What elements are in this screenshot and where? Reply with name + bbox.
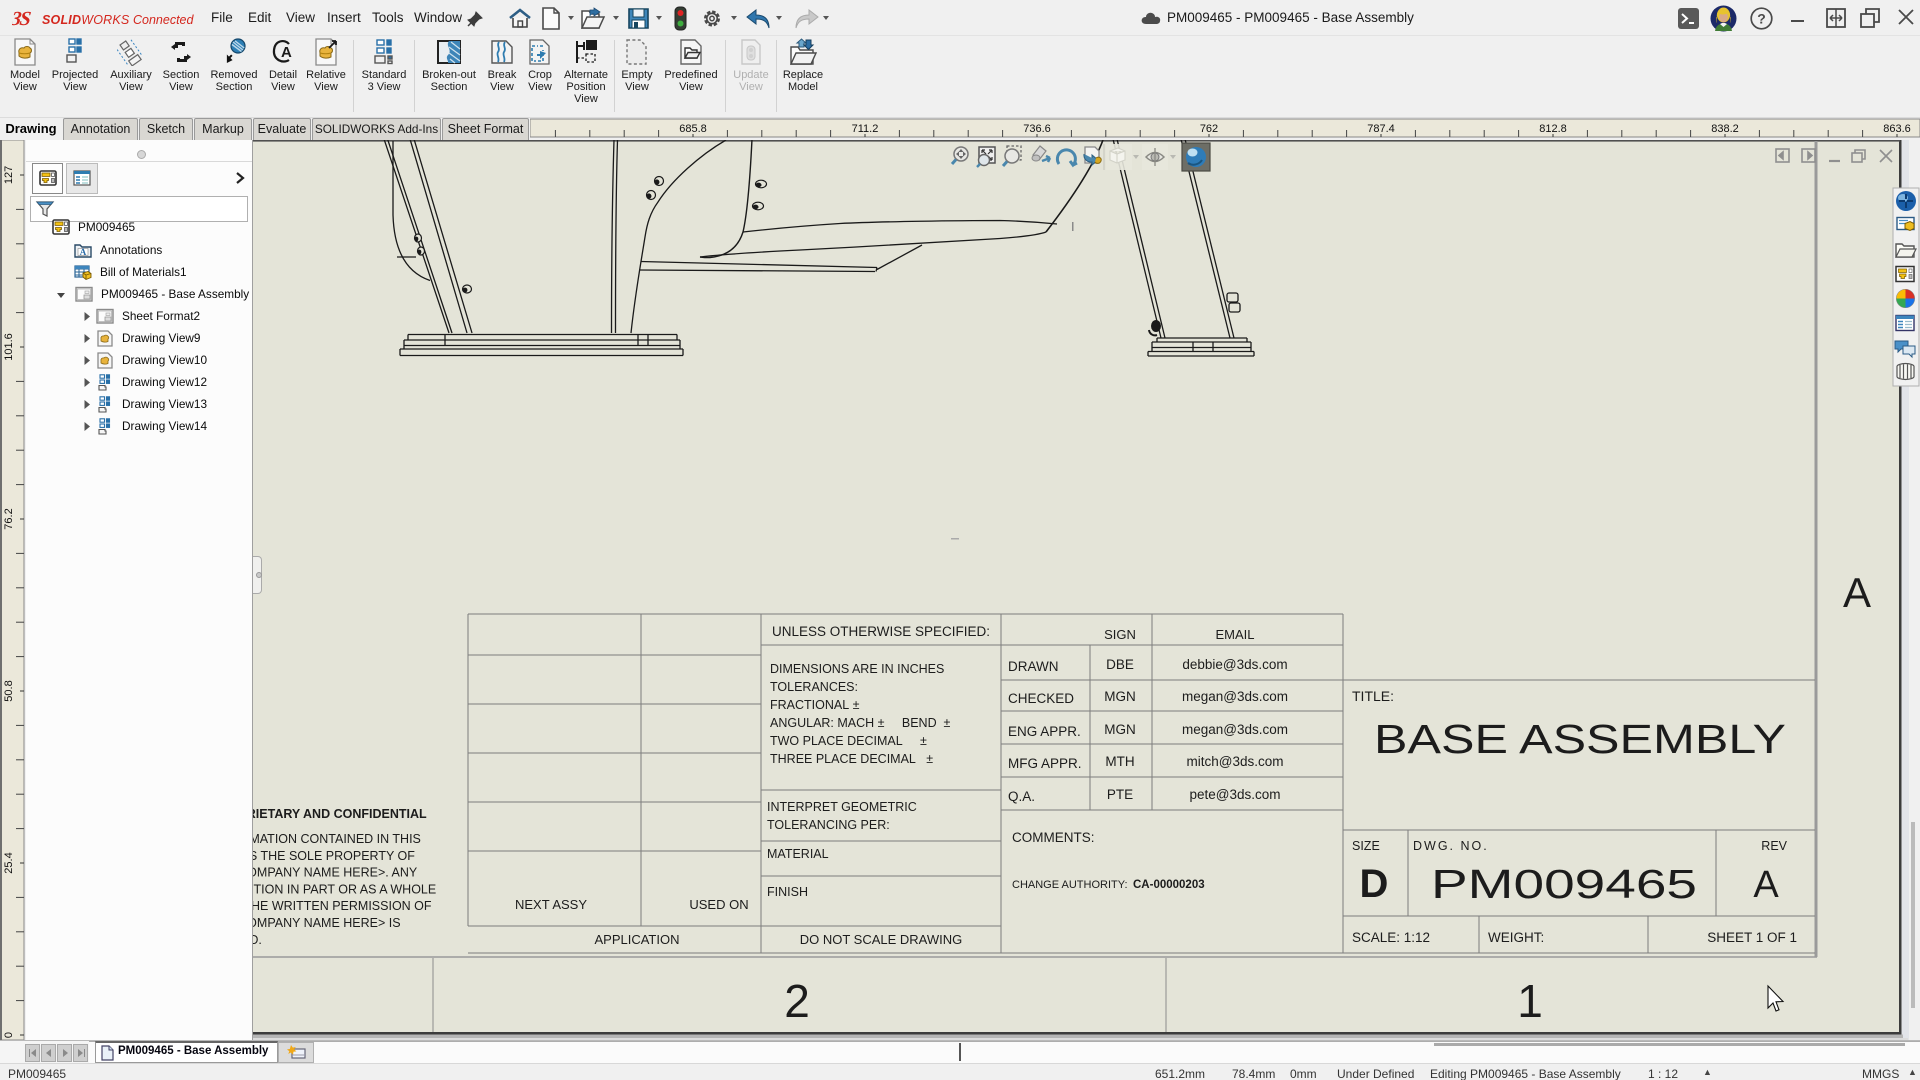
svg-text:DWG. NO.: DWG. NO.	[1413, 839, 1489, 853]
svg-text:THE INFORMATION CONTAINED IN T: THE INFORMATION CONTAINED IN THIS	[253, 832, 421, 846]
svg-text:TWO PLACE DECIMAL ±: TWO PLACE DECIMAL ±	[770, 734, 927, 748]
svg-text:PROPRIETARY AND CONFIDENTIAL: PROPRIETARY AND CONFIDENTIAL	[253, 807, 427, 821]
svg-text:ENG APPR.: ENG APPR.	[1008, 724, 1081, 739]
svg-text:PM009465: PM009465	[1431, 861, 1697, 907]
svg-text:MGN: MGN	[1104, 722, 1136, 737]
svg-text:THREE PLACE DECIMAL ±: THREE PLACE DECIMAL ±	[770, 752, 933, 766]
svg-text:TOLERANCES:: TOLERANCES:	[770, 680, 858, 694]
svg-text:0: 0	[3, 1032, 15, 1038]
svg-text:736.6: 736.6	[1023, 123, 1051, 135]
svg-text:MATERIAL: MATERIAL	[767, 847, 829, 861]
svg-text:<INSERT COMPANY NAME HERE>. A: <INSERT COMPANY NAME HERE>. ANY	[253, 866, 418, 880]
svg-text:mitch@3ds.com: mitch@3ds.com	[1187, 754, 1284, 769]
svg-text:TOLERANCING PER:: TOLERANCING PER:	[767, 818, 890, 832]
svg-text:Connected: Connected	[133, 13, 195, 27]
svg-text:A: A	[281, 44, 292, 61]
svg-text:711.2: 711.2	[852, 123, 879, 135]
svg-text:PTE: PTE	[1107, 787, 1133, 802]
svg-text:?: ?	[1757, 11, 1766, 27]
svg-text:CHANGE AUTHORITY:: CHANGE AUTHORITY:	[1012, 879, 1128, 891]
svg-text:DO NOT SCALE DRAWING: DO NOT SCALE DRAWING	[800, 932, 963, 947]
svg-text:DRAWN: DRAWN	[1008, 659, 1059, 674]
svg-text:REPRODUCTION IN PART OR AS A W: REPRODUCTION IN PART OR AS A WHOLE	[253, 882, 436, 896]
svg-text:1: 1	[1517, 975, 1543, 1027]
svg-text:megan@3ds.com: megan@3ds.com	[1182, 689, 1288, 704]
svg-text:PROHIBITED.: PROHIBITED.	[253, 933, 262, 947]
svg-text:A: A	[1843, 569, 1871, 616]
svg-text:D: D	[1360, 862, 1389, 906]
svg-text:MFG APPR.: MFG APPR.	[1008, 756, 1082, 771]
svg-text:REV: REV	[1761, 839, 1787, 853]
svg-text:FINISH: FINISH	[767, 885, 808, 899]
svg-text:50.8: 50.8	[3, 680, 15, 701]
svg-text:APPLICATION: APPLICATION	[594, 932, 679, 947]
svg-text:<INSERT COMPANY NAME HERE> IS: <INSERT COMPANY NAME HERE> IS	[253, 916, 401, 930]
svg-text:MTH: MTH	[1105, 754, 1134, 769]
svg-text:863.6: 863.6	[1883, 123, 1911, 135]
svg-text:pete@3ds.com: pete@3ds.com	[1190, 787, 1281, 802]
svg-text:SCALE: 1:12: SCALE: 1:12	[1352, 930, 1430, 945]
svg-text:WEIGHT:: WEIGHT:	[1488, 930, 1544, 945]
svg-text:NEXT ASSY: NEXT ASSY	[515, 897, 587, 912]
svg-text:FRACTIONAL ±: FRACTIONAL ±	[770, 698, 860, 712]
svg-text:A: A	[1753, 864, 1779, 906]
svg-text:787.4: 787.4	[1367, 123, 1395, 135]
svg-text:SIGN: SIGN	[1104, 627, 1136, 642]
svg-text:DBE: DBE	[1106, 657, 1134, 672]
svg-text:COMMENTS:: COMMENTS:	[1012, 830, 1095, 845]
svg-text:CA-00000203: CA-00000203	[1133, 879, 1205, 891]
svg-text:Q.A.: Q.A.	[1008, 789, 1035, 804]
svg-text:SHEET 1 OF 1: SHEET 1 OF 1	[1707, 930, 1797, 945]
svg-text:762: 762	[1200, 123, 1218, 135]
svg-text:SOLIDWORKS: SOLIDWORKS	[42, 13, 130, 27]
svg-text:812.8: 812.8	[1539, 123, 1567, 135]
svg-text:megan@3ds.com: megan@3ds.com	[1182, 722, 1288, 737]
svg-text:INTERPRET GEOMETRIC: INTERPRET GEOMETRIC	[767, 800, 917, 814]
svg-text:685.8: 685.8	[679, 123, 707, 135]
svg-text:USED ON: USED ON	[689, 897, 748, 912]
svg-text:debbie@3ds.com: debbie@3ds.com	[1182, 657, 1287, 672]
svg-text:101.6: 101.6	[3, 333, 15, 361]
svg-text:MGN: MGN	[1104, 689, 1136, 704]
svg-text:EMAIL: EMAIL	[1215, 627, 1254, 642]
svg-text:838.2: 838.2	[1711, 123, 1739, 135]
svg-text:3S: 3S	[12, 8, 32, 30]
svg-text:DRAWING IS THE SOLE PROPERTY O: DRAWING IS THE SOLE PROPERTY OF	[253, 849, 415, 863]
svg-text:DIMENSIONS ARE IN INCHES: DIMENSIONS ARE IN INCHES	[770, 662, 944, 676]
svg-text:UNLESS OTHERWISE SPECIFIED:: UNLESS OTHERWISE SPECIFIED:	[772, 624, 990, 639]
svg-text:TITLE:: TITLE:	[1352, 688, 1394, 704]
svg-text:25.4: 25.4	[3, 852, 15, 873]
svg-text:SIZE: SIZE	[1352, 839, 1380, 853]
svg-text:127: 127	[3, 166, 15, 184]
svg-text:CHECKED: CHECKED	[1008, 691, 1074, 706]
svg-text:WITHOUT THE WRITTEN PERMISSION: WITHOUT THE WRITTEN PERMISSION OF	[253, 899, 432, 913]
svg-text:A: A	[80, 247, 87, 257]
svg-text:76.2: 76.2	[3, 508, 15, 529]
svg-text:2: 2	[784, 975, 810, 1027]
svg-text:ANGULAR: MACH ± BEND ±: ANGULAR: MACH ± BEND ±	[770, 716, 951, 730]
svg-text:BASE ASSEMBLY: BASE ASSEMBLY	[1374, 716, 1786, 762]
